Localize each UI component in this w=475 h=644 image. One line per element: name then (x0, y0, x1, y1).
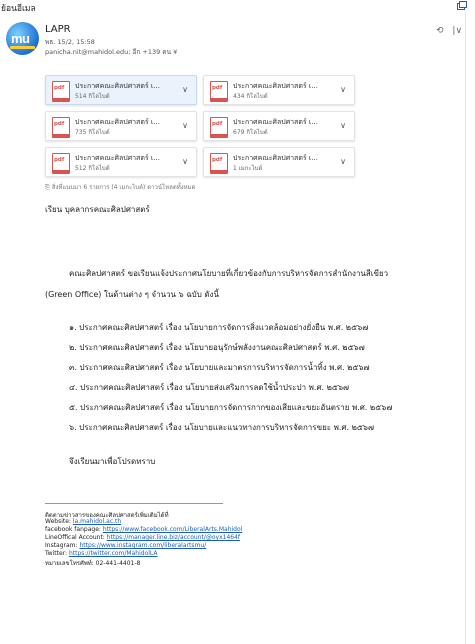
pdf-file-icon: pdf (210, 117, 228, 138)
attachment-size: 512 กิโลไบต์ (75, 165, 110, 172)
attachment-size: 434 กิโลไบต์ (233, 93, 268, 100)
pdf-file-icon: pdf (52, 153, 70, 174)
attachment-card[interactable]: pdf ประกาศคณะศิลปศาสตร์ เ... 1 เมกะไบต์ … (203, 147, 355, 177)
body-paragraph-line: (Green Office) ในด้านต่าง ๆ จำนวน ๖ ฉบับ… (45, 290, 219, 299)
attachment-card[interactable]: pdf ประกาศคณะศิลปศาสตร์ เ... 735 กิโลไบต… (45, 111, 197, 141)
policy-list-item: ๑. ประกาศคณะศิลปศาสตร์ เรื่อง นโยบายการจ… (69, 323, 369, 332)
window-title: ย้อนอีเมล (1, 4, 36, 14)
reply-icon[interactable]: ⟲ (436, 26, 444, 36)
line-link[interactable]: https://manager.line.biz/account/@oyx146… (107, 534, 240, 541)
body-paragraph-line: คณะศิลปศาสตร์ ขอเรียนแจ้งประกาศนโยบายที่… (69, 269, 389, 278)
signature-phone: หมายเลขโทรศัพท์: 02-441-4401-8 (45, 560, 141, 567)
policy-list-item: ๕. ประกาศคณะศิลปศาสตร์ เรื่อง นโยบายการจ… (69, 403, 393, 412)
signature-website-line: Website: la.mahidol.ac.th (45, 518, 121, 525)
attachment-size: 1 เมกะไบต์ (233, 165, 263, 172)
avatar-logo-text: mu (11, 31, 30, 46)
policy-list-item: ๔. ประกาศคณะศิลปศาสตร์ เรื่อง นโยบายส่งเ… (69, 383, 350, 392)
signature-divider (45, 503, 223, 504)
twitter-label: Twitter: (45, 550, 69, 557)
message-date: พธ. 15/2, 15:58 (45, 38, 95, 46)
line-label: LineOffical Account: (45, 534, 107, 541)
header-actions: ⟲ |∨ (436, 26, 468, 36)
signature-twitter-line: Twitter: https://twitter.com/MahidolLA (45, 550, 157, 557)
instagram-label: Instagram: (45, 542, 80, 549)
recipients-line[interactable]: panicha.nit@mahidol.edu; อีก +139 คน ¥ (45, 47, 177, 57)
signature-facebook-line: facebook fanpage: https://www.facebook.c… (45, 526, 242, 533)
pdf-file-icon: pdf (210, 153, 228, 174)
policy-list-item: ๖. ประกาศคณะศิลปศาสตร์ เรื่อง นโยบายและแ… (69, 423, 374, 432)
website-link[interactable]: la.mahidol.ac.th (73, 518, 121, 525)
attachment-size: 735 กิโลไบต์ (75, 129, 110, 136)
chevron-down-icon[interactable]: ∨ (182, 157, 188, 166)
facebook-link[interactable]: https://www.facebook.com/LiberalArts.Mah… (103, 526, 242, 533)
attachment-card[interactable]: pdf ประกาศคณะศิลปศาสตร์ เ... 679 กิโลไบต… (203, 111, 355, 141)
signature-line-line: LineOffical Account: https://manager.lin… (45, 534, 240, 541)
pdf-file-icon: pdf (52, 81, 70, 102)
scroll-divider (465, 13, 466, 644)
signature-instagram-line: Instagram: https://www.instagram.com/lib… (45, 542, 206, 549)
attachment-card[interactable]: pdf ประกาศคณะศิลปศาสตร์ เ... 514 กิโลไบต… (45, 75, 197, 105)
pdf-file-icon: pdf (210, 81, 228, 102)
sender-avatar[interactable]: mu (6, 22, 39, 55)
popout-icon[interactable] (457, 1, 467, 10)
attachment-summary-text: สิ่งที่แนบมา 6 รายการ (4 เมกะไบต์) ดาวน์… (51, 184, 196, 191)
pdf-file-icon: pdf (52, 117, 70, 138)
window-title-bar: ย้อนอีเมล (0, 0, 475, 14)
attachment-size: 514 กิโลไบต์ (75, 93, 110, 100)
website-label: Website: (45, 518, 73, 525)
closing-line: จึงเรียนมาเพื่อโปรดทราบ (69, 457, 156, 466)
twitter-link[interactable]: https://twitter.com/MahidolLA (69, 550, 158, 557)
paperclip-icon: ⎘ (45, 184, 50, 191)
chevron-down-icon[interactable]: ∨ (340, 121, 346, 130)
chevron-down-icon[interactable]: ∨ (182, 85, 188, 94)
greeting: เรียน บุคลากรคณะศิลปศาสตร์ (45, 205, 150, 214)
attachment-summary[interactable]: ⎘ สิ่งที่แนบมา 6 รายการ (4 เมกะไบต์) ดาวน… (45, 182, 195, 192)
attachment-card[interactable]: pdf ประกาศคณะศิลปศาสตร์ เ... 512 กิโลไบต… (45, 147, 197, 177)
attachment-size: 679 กิโลไบต์ (233, 129, 268, 136)
policy-list-item: ๓. ประกาศคณะศิลปศาสตร์ เรื่อง นโยบายและม… (69, 363, 370, 372)
instagram-link[interactable]: https://www.instagram.com/liberalartsmu/ (79, 542, 206, 549)
chevron-down-icon[interactable]: ∨ (340, 157, 346, 166)
policy-list-item: ๒. ประกาศคณะศิลปศาสตร์ เรื่อง นโยบายอนุร… (69, 343, 365, 352)
avatar-logo-bar (10, 46, 35, 49)
chevron-down-icon[interactable]: ∨ (182, 121, 188, 130)
attachment-card[interactable]: pdf ประกาศคณะศิลปศาสตร์ เ... 434 กิโลไบต… (203, 75, 355, 105)
facebook-label: facebook fanpage: (45, 526, 103, 533)
chevron-down-icon[interactable]: ∨ (340, 85, 346, 94)
more-options-icon[interactable]: |∨ (452, 26, 462, 36)
sender-name[interactable]: LAPR (45, 24, 71, 35)
